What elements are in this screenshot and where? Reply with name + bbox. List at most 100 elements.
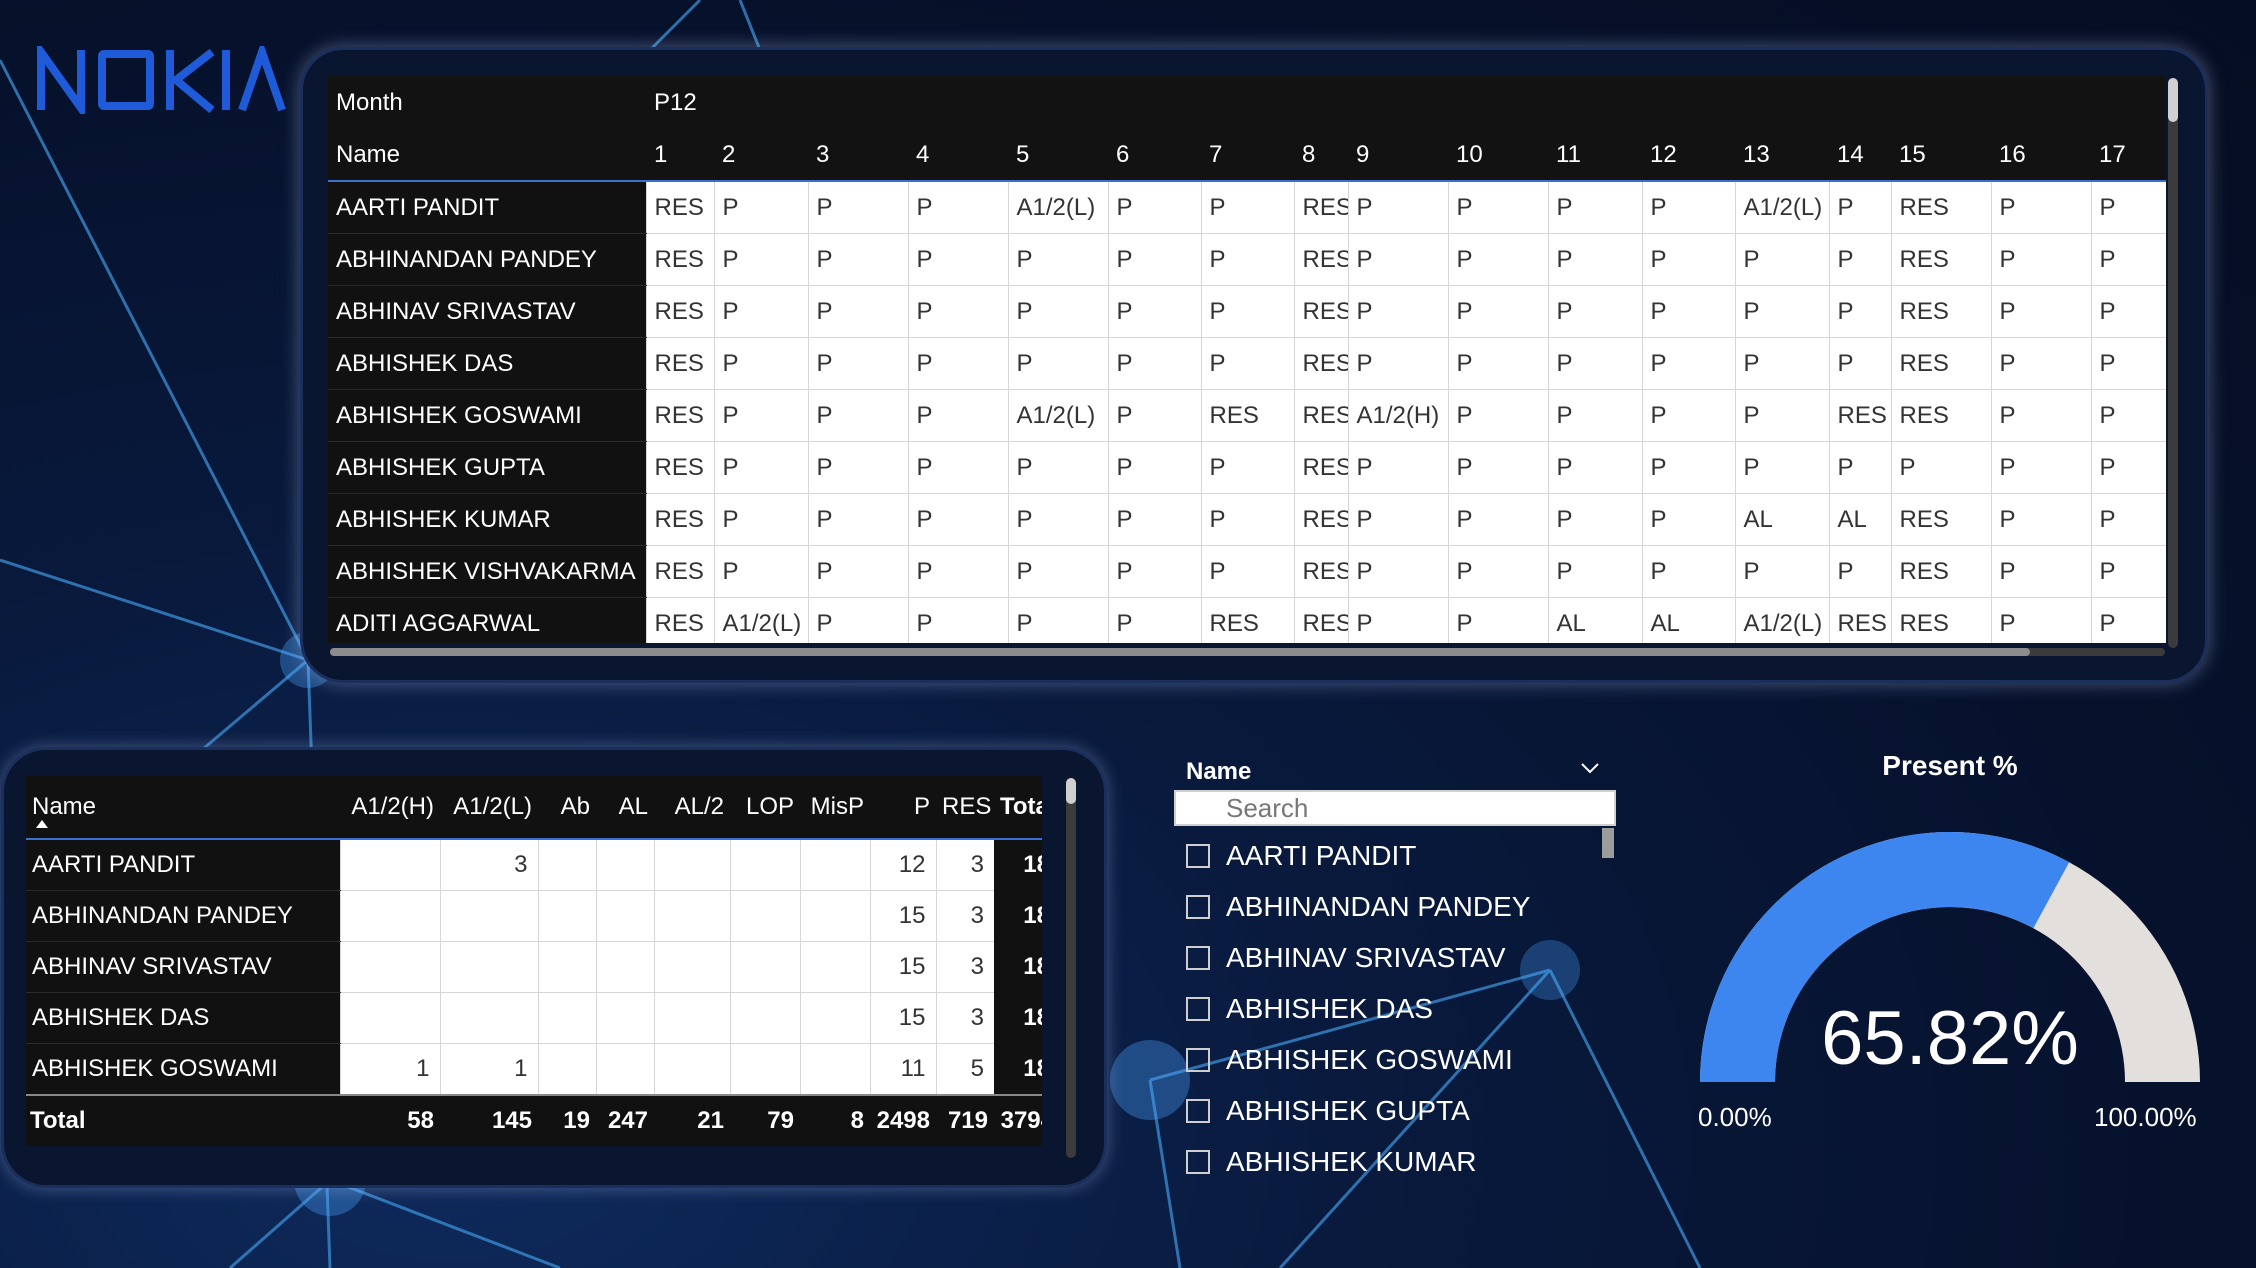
slicer-item[interactable]: ABHISHEK GOSWAMI [1186, 1034, 1530, 1085]
summary-column-header[interactable]: AL [596, 776, 654, 840]
month-value[interactable]: P12 [646, 76, 2166, 130]
count-cell: 3 [935, 992, 994, 1044]
attendance-cell: P [1007, 337, 1108, 390]
checkbox[interactable] [1186, 1047, 1210, 1072]
attendance-cell: RES [1293, 441, 1348, 494]
checkbox[interactable] [1186, 945, 1210, 970]
attendance-cell: P [1641, 389, 1735, 442]
summary-column-header[interactable]: Ab [538, 776, 596, 840]
summary-column-header[interactable]: Total [994, 776, 1042, 840]
slicer-item-label: ABHISHEK DAS [1226, 992, 1433, 1024]
attendance-cell: P [907, 493, 1008, 546]
attendance-cell: P [1200, 337, 1294, 390]
summary-column-header[interactable]: AL/2 [654, 776, 730, 840]
attendance-cell: P [1347, 181, 1448, 234]
day-column-header[interactable]: 14 [1829, 130, 1891, 182]
day-column-header[interactable]: 7 [1201, 130, 1294, 182]
checkbox[interactable] [1186, 843, 1210, 868]
scrollbar-thumb[interactable] [1066, 778, 1076, 804]
name-column-header[interactable]: Name [328, 130, 646, 182]
attendance-cell: A1/2(L) [1734, 181, 1829, 234]
chevron-down-icon[interactable] [1580, 758, 1600, 778]
summary-column-header[interactable]: A1/2(L) [440, 776, 538, 840]
attendance-cell: RES [645, 233, 714, 286]
day-column-header[interactable]: 2 [714, 130, 808, 182]
day-column-header[interactable]: 8 [1294, 130, 1348, 182]
sort-ascending-icon[interactable] [36, 820, 48, 828]
employee-name: ABHISHEK GUPTA [328, 441, 646, 494]
summary-column-header[interactable]: A1/2(H) [340, 776, 440, 840]
attendance-cell: P [807, 597, 908, 643]
count-cell [595, 890, 654, 942]
employee-name: ABHINANDAN PANDEY [26, 890, 340, 942]
scrollbar-thumb[interactable] [2168, 78, 2178, 122]
slicer-search-input[interactable]: Search [1174, 790, 1616, 826]
summary-column-header[interactable]: RES [936, 776, 994, 840]
day-column-header[interactable]: 6 [1108, 130, 1201, 182]
attendance-cell: P [1990, 337, 2091, 390]
gauge-value: 65.82% [1821, 996, 2079, 1081]
day-column-header[interactable]: 10 [1448, 130, 1548, 182]
checkbox[interactable] [1186, 1149, 1210, 1174]
attendance-cell: P [1447, 597, 1548, 643]
day-column-header[interactable]: 15 [1891, 130, 1991, 182]
day-column-header[interactable]: 11 [1548, 130, 1642, 182]
count-cell [799, 992, 870, 1044]
attendance-cell: P [1347, 285, 1448, 338]
slicer-item[interactable]: ABHISHEK GUPTA [1186, 1085, 1530, 1136]
attendance-cell: P [713, 233, 808, 286]
day-column-header[interactable]: 9 [1348, 130, 1448, 182]
attendance-cell: P [1007, 441, 1108, 494]
summary-vertical-scrollbar[interactable] [1066, 778, 1076, 1158]
column-total-cell: 247 [596, 1094, 654, 1146]
count-cell: 15 [869, 992, 936, 1044]
matrix-vertical-scrollbar[interactable] [2168, 78, 2178, 648]
count-cell: 15 [869, 890, 936, 942]
count-cell: 15 [869, 941, 936, 993]
day-column-header[interactable]: 13 [1735, 130, 1829, 182]
summary-column-header[interactable]: LOP [730, 776, 800, 840]
slicer-scrollbar[interactable] [1602, 828, 1614, 858]
count-cell [339, 890, 440, 942]
checkbox[interactable] [1186, 996, 1210, 1021]
matrix-horizontal-scrollbar[interactable] [330, 648, 2165, 656]
slicer-item[interactable]: ABHISHEK DAS [1186, 983, 1530, 1034]
count-cell: 3 [439, 839, 538, 891]
slicer-item[interactable]: AARTI PANDIT [1186, 830, 1530, 881]
slicer-item[interactable]: ABHINANDAN PANDEY [1186, 881, 1530, 932]
employee-name: ABHISHEK KUMAR [328, 493, 646, 546]
count-cell [595, 941, 654, 993]
day-column-header[interactable]: 1 [646, 130, 714, 182]
summary-column-header[interactable]: P [870, 776, 936, 840]
count-cell [439, 992, 538, 1044]
day-column-header[interactable]: 3 [808, 130, 908, 182]
count-cell: 1 [339, 1043, 440, 1096]
scrollbar-thumb[interactable] [330, 648, 2030, 656]
attendance-cell: P [1641, 181, 1735, 234]
gauge-max-label: 100.00% [2094, 1102, 2197, 1132]
checkbox[interactable] [1186, 894, 1210, 919]
attendance-cell: P [1347, 597, 1448, 643]
checkbox[interactable] [1186, 1098, 1210, 1123]
attendance-cell: RES [1890, 597, 1991, 643]
attendance-cell: P [1828, 285, 1891, 338]
attendance-cell: P [1547, 181, 1642, 234]
attendance-cell: P [1107, 181, 1201, 234]
table-row: ADITI AGGARWAL RES A1/2(L) P P P P RES RES P P AL AL… [328, 597, 2166, 643]
day-column-header[interactable]: 17 [2091, 130, 2166, 182]
slicer-item-label: ABHINANDAN PANDEY [1226, 890, 1531, 922]
attendance-cell: P [1828, 181, 1891, 234]
slicer-item[interactable]: ABHINAV SRIVASTAV [1186, 932, 1530, 983]
summary-column-header[interactable]: MisP [800, 776, 870, 840]
day-column-header[interactable]: 16 [1991, 130, 2091, 182]
day-column-header[interactable]: 5 [1008, 130, 1108, 182]
row-total-cell: 18 [994, 890, 1042, 942]
attendance-cell: P [807, 545, 908, 598]
slicer-item-label: AARTI PANDIT [1226, 839, 1417, 871]
day-column-header[interactable]: 12 [1642, 130, 1735, 182]
slicer-item[interactable]: ABHISHEK KUMAR [1186, 1136, 1530, 1187]
summary-column-header[interactable]: Name [26, 776, 340, 840]
attendance-cell: P [2090, 597, 2166, 643]
day-column-header[interactable]: 4 [908, 130, 1008, 182]
count-cell [653, 941, 730, 993]
